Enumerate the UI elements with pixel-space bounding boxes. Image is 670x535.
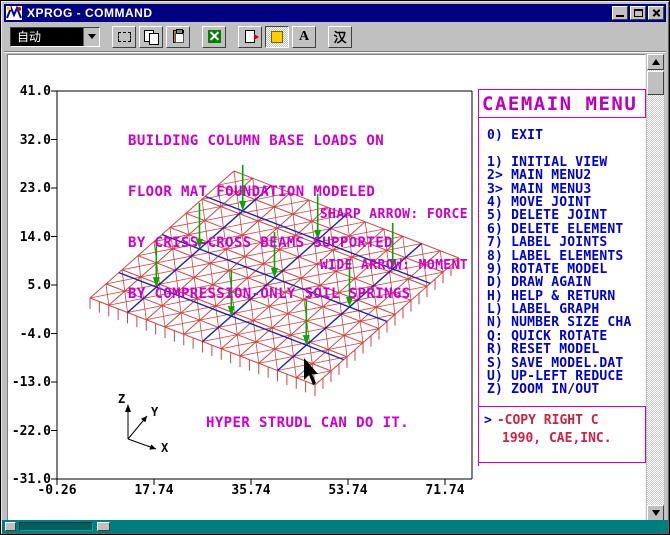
scroll-up-button[interactable]: [647, 54, 664, 70]
y-axis-tick-label: -13.0: [8, 375, 51, 390]
menu-item[interactable]: R) RESET MODEL: [487, 343, 646, 356]
triad-z-label: Z: [118, 392, 125, 406]
menu-item[interactable]: 2> MAIN MENU2: [487, 169, 646, 182]
maximize-icon: [634, 9, 643, 17]
copyright-line-2: 1990, CAE,INC.: [502, 431, 645, 446]
legend-line: WIDE ARROW: MOMENT: [308, 257, 468, 274]
x-axis-tick-label: 17.74: [124, 483, 184, 498]
toolbar: 自动 A 汉: [4, 22, 666, 52]
menu-item[interactable]: 5) DELETE JOINT: [487, 209, 646, 222]
y-axis-tick-label: -22.0: [8, 424, 51, 439]
copyright-box: > -COPY RIGHT C 1990, CAE,INC.: [478, 406, 646, 463]
mode-dropdown[interactable]: 自动: [10, 27, 100, 47]
maximize-button[interactable]: [630, 6, 646, 20]
menu-title-box: CAEMAIN MENU: [478, 89, 646, 118]
titlebar[interactable]: XPROG - COMMAND: [4, 4, 666, 22]
menu-item[interactable]: 9) ROTATE MODEL: [487, 263, 646, 276]
status-item[interactable]: [5, 522, 16, 531]
menu-item[interactable]: 7) LABEL JOINTS: [487, 236, 646, 249]
y-axis-tick-label: -4.0: [8, 327, 51, 342]
app-icon[interactable]: [6, 6, 22, 20]
triad-y-label: Y: [151, 405, 158, 419]
graphics-client-area: BUILDING COLUMN BASE LOADS ON FLOOR MAT …: [7, 54, 646, 521]
copyright-line-1: > -COPY RIGHT C: [484, 413, 645, 428]
menu-item[interactable]: N) NUMBER SIZE CHA: [487, 316, 646, 329]
arrow-up-icon: [652, 59, 660, 65]
close-button[interactable]: [648, 6, 664, 20]
menu-item[interactable]: 4) MOVE JOINT: [487, 196, 646, 209]
y-axis-tick-label: 41.0: [8, 84, 51, 99]
menu-panel: CAEMAIN MENU 0) EXIT 1) INITIAL VIEW2> MA…: [478, 89, 646, 466]
fit-view-icon: [208, 30, 221, 43]
x-axis-tick-label: -0.26: [27, 483, 87, 498]
menu-item[interactable]: 1) INITIAL VIEW: [487, 156, 646, 169]
plot-title-line: BUILDING COLUMN BASE LOADS ON: [128, 133, 411, 150]
menu-item[interactable]: 6) DELETE ELEMENT: [487, 223, 646, 236]
copy-button[interactable]: [139, 26, 163, 48]
status-field[interactable]: [19, 522, 93, 531]
window-title: XPROG - COMMAND: [27, 6, 610, 20]
menu-item[interactable]: Q: QUICK ROTATE: [487, 330, 646, 343]
menu-item[interactable]: 3> MAIN MENU3: [487, 183, 646, 196]
x-axis-tick-label: 53.74: [318, 483, 378, 498]
menu-item[interactable]: U) UP-LEFT REDUCE: [487, 370, 646, 383]
paste-button[interactable]: [166, 26, 190, 48]
arrow-legend: SHARP ARROW: FORCE WIDE ARROW: MOMENT: [308, 172, 468, 308]
redraw-button[interactable]: [265, 26, 289, 48]
app-logo-icon: [6, 6, 22, 20]
minimize-icon: [616, 15, 624, 17]
y-axis-tick-label: 32.0: [8, 133, 51, 148]
x-axis-tick-label: 71.74: [415, 483, 475, 498]
x-axis-tick-label: 35.74: [221, 483, 281, 498]
menu-item[interactable]: 8) LABEL ELEMENTS: [487, 250, 646, 263]
dropdown-arrow-button[interactable]: [83, 28, 99, 46]
page-view-button[interactable]: [238, 26, 262, 48]
y-axis-tick-label: 23.0: [8, 181, 51, 196]
menu-item[interactable]: Z) ZOOM IN/OUT: [487, 383, 646, 396]
font-a-icon: A: [299, 29, 309, 45]
triad-x-label: X: [161, 441, 168, 455]
application-window: XPROG - COMMAND 自动 A 汉 BUILDING COLUMN B…: [0, 0, 670, 535]
fit-view-button[interactable]: [202, 26, 226, 48]
plot-footer-text: HYPER STRUDL CAN DO IT.: [206, 415, 409, 432]
marquee-icon: [118, 32, 131, 42]
font-button[interactable]: A: [292, 26, 316, 48]
scrollbar-thumb[interactable]: [647, 71, 664, 95]
page-arrow-icon: [245, 30, 255, 43]
menu-item[interactable]: S) SAVE MODEL.DAT: [487, 357, 646, 370]
y-axis-tick-label: 14.0: [8, 230, 51, 245]
chinese-button[interactable]: 汉: [328, 26, 352, 48]
menu-title: CAEMAIN MENU: [482, 93, 637, 115]
scroll-down-button[interactable]: [647, 505, 664, 521]
command-prompt: >: [484, 413, 492, 428]
menu-item[interactable]: H) HELP & RETURN: [487, 290, 646, 303]
arrow-down-icon: [652, 510, 660, 516]
y-axis-tick-label: 5.0: [8, 278, 51, 293]
mode-dropdown-value: 自动: [11, 28, 83, 46]
menu-item[interactable]: L) LABEL GRAPH: [487, 303, 646, 316]
menu-list: 0) EXIT 1) INITIAL VIEW2> MAIN MENU23> MA…: [479, 118, 646, 397]
status-item[interactable]: [97, 522, 110, 531]
paste-icon: [173, 30, 184, 43]
vertical-scrollbar[interactable]: [647, 54, 664, 521]
highlight-icon: [271, 31, 283, 43]
minimize-button[interactable]: [612, 6, 628, 20]
copyright-text: -COPY RIGHT C: [497, 413, 599, 428]
menu-gap: [487, 142, 646, 155]
legend-line: SHARP ARROW: FORCE: [308, 206, 468, 223]
copy-icon: [144, 30, 158, 43]
marquee-select-button[interactable]: [112, 26, 136, 48]
menu-item[interactable]: D) DRAW AGAIN: [487, 276, 646, 289]
status-strip: [2, 520, 668, 533]
menu-item[interactable]: 0) EXIT: [487, 129, 646, 142]
chevron-down-icon: [88, 34, 96, 39]
chinese-char-icon: 汉: [333, 27, 346, 46]
